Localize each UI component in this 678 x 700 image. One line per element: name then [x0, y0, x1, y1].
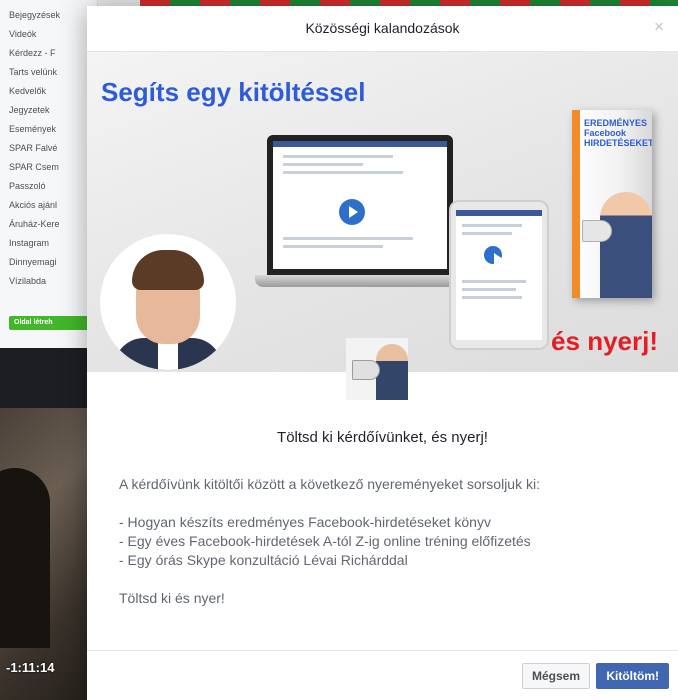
- banner-win-text: és nyerj!: [551, 326, 658, 356]
- dialog-header: Közösségi kalandozások ×: [87, 6, 678, 52]
- laptop-illustration: [255, 135, 465, 295]
- prize-item: - Egy órás Skype konzultáció Lévai Richá…: [119, 552, 408, 568]
- dialog-title: Közösségi kalandozások: [305, 20, 460, 36]
- prize-description: A kérdőívünk kitöltői között a következő…: [119, 476, 540, 492]
- book-author-image: [600, 192, 652, 298]
- play-icon: [339, 199, 365, 225]
- tablet-illustration: [449, 200, 549, 350]
- promo-banner: Segíts egy kitöltéssel EREDMÉNYES Facebo…: [87, 52, 678, 372]
- megaphone-icon: [582, 220, 612, 242]
- book-cover-illustration: EREDMÉNYES Facebook HIRDETÉSEKET?: [572, 110, 652, 298]
- dialog-footer: Mégsem Kitöltöm!: [87, 650, 678, 700]
- prize-item: - Hogyan készíts eredményes Facebook-hir…: [119, 514, 491, 530]
- close-icon[interactable]: ×: [654, 18, 664, 35]
- author-portrait: [100, 234, 236, 370]
- book-title: EREDMÉNYES Facebook HIRDETÉSEKET?: [584, 118, 652, 148]
- play-icon: [484, 246, 503, 265]
- fill-out-button[interactable]: Kitöltöm!: [596, 663, 669, 689]
- survey-dialog: Közösségi kalandozások × Segíts egy kitö…: [87, 6, 678, 700]
- intro-text: Töltsd ki kérdőívünket, és nyerj!: [277, 429, 488, 446]
- dialog-body: Töltsd ki kérdőívünket, és nyerj! A kérd…: [87, 372, 678, 606]
- cancel-button[interactable]: Mégsem: [521, 663, 590, 689]
- banner-heading: Segíts egy kitöltéssel: [101, 77, 366, 107]
- prize-list: - Hogyan készíts eredményes Facebook-hir…: [119, 513, 646, 570]
- prize-item: - Egy éves Facebook-hirdetések A-tól Z-i…: [119, 533, 531, 549]
- closing-text: Töltsd ki és nyer!: [119, 590, 225, 606]
